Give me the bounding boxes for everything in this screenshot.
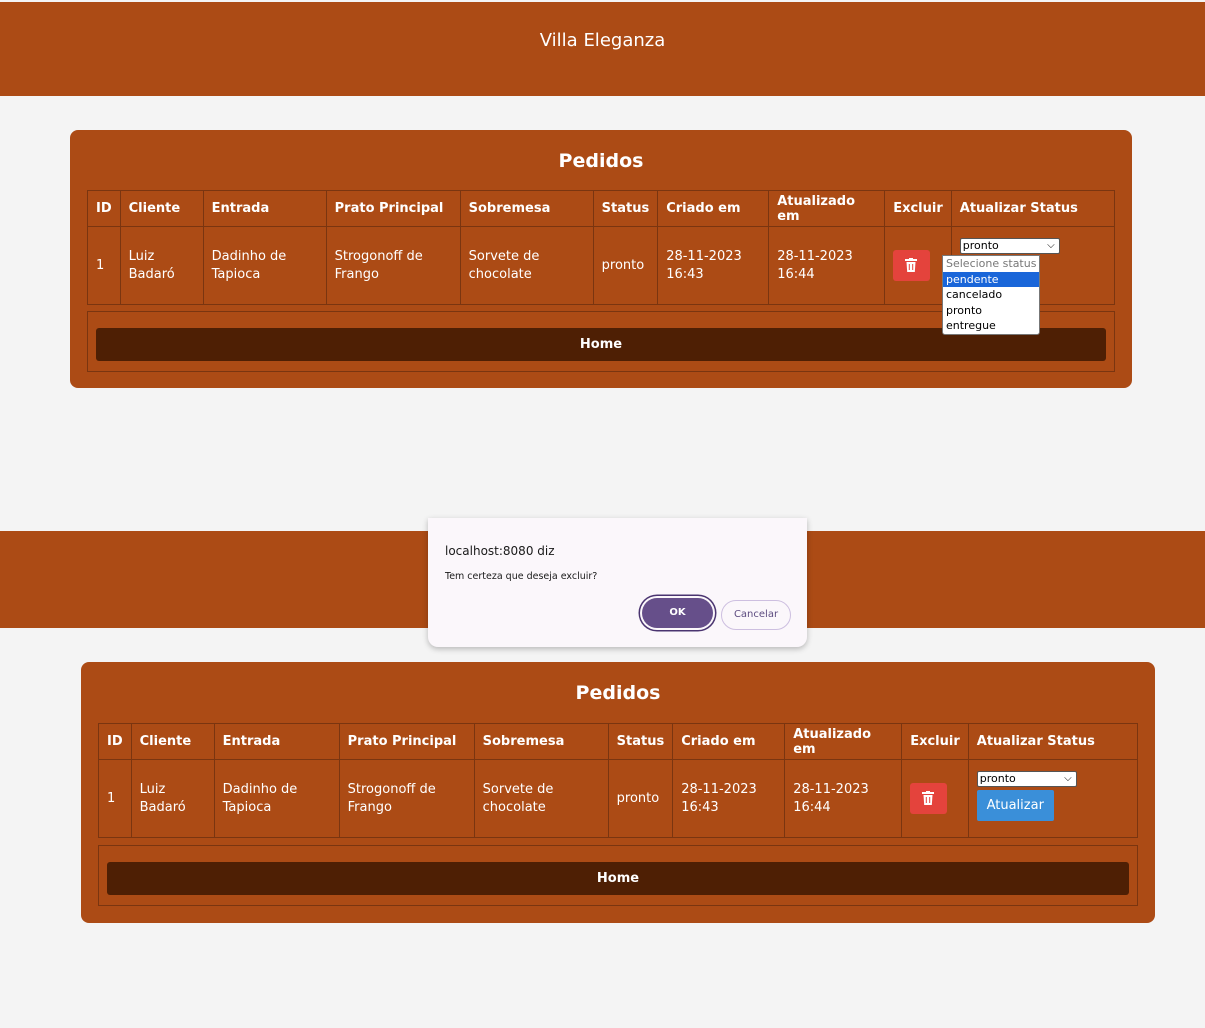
status-select-value: pronto: [962, 239, 999, 252]
cancel-button[interactable]: Cancelar: [721, 600, 791, 630]
cell-criado-em: 28-11-2023 16:43: [657, 226, 770, 305]
status-option[interactable]: pendente: [943, 271, 1039, 287]
col-sobremesa: Sobremesa: [459, 190, 594, 227]
col-cliente: Cliente: [119, 190, 204, 227]
col-cliente: Cliente: [130, 723, 215, 760]
panel-title: Pedidos: [558, 150, 644, 172]
col-prato-principal: Prato Principal: [338, 723, 475, 760]
orders-panel: Pedidos ID Cliente Entrada Prato Princip…: [81, 662, 1155, 923]
panel-title: Pedidos: [575, 682, 661, 704]
col-atualizado-em: Atualizado em: [784, 723, 903, 760]
home-button[interactable]: Home: [107, 862, 1129, 895]
col-entrada: Entrada: [202, 190, 327, 227]
status-option[interactable]: pronto: [943, 303, 1039, 319]
trash-icon: [922, 791, 935, 805]
delete-button[interactable]: [910, 783, 948, 814]
cell-id: 1: [98, 759, 132, 838]
cell-sobremesa: Sorvete de chocolate: [459, 226, 594, 305]
col-excluir: Excluir: [901, 723, 969, 760]
col-entrada: Entrada: [213, 723, 340, 760]
orders-table: ID Cliente Entrada Prato Principal Sobre…: [98, 723, 1139, 838]
col-atualizar-status: Atualizar Status: [950, 190, 1116, 227]
cell-status: pronto: [607, 759, 674, 838]
cell-atualizado-em: 28-11-2023 16:44: [784, 759, 903, 838]
status-select-value: pronto: [979, 772, 1016, 785]
table-row: 1 Luiz Badaró Dadinho de Tapioca Strogonof…: [98, 759, 1139, 838]
cell-atualizado-em: 28-11-2023 16:44: [768, 226, 886, 305]
status-option[interactable]: Selecione status: [943, 256, 1039, 272]
status-option[interactable]: cancelado: [943, 287, 1039, 303]
col-id: ID: [87, 190, 121, 227]
col-id: ID: [98, 723, 132, 760]
status-select[interactable]: pronto ⌵: [976, 771, 1077, 787]
app-header: Villa Eleganza: [0, 2, 1205, 96]
table-header-row: ID Cliente Entrada Prato Principal Sobre…: [87, 190, 1116, 227]
cell-criado-em: 28-11-2023 16:43: [672, 759, 786, 838]
app-title: Villa Eleganza: [539, 30, 666, 51]
col-status: Status: [607, 723, 674, 760]
chevron-down-icon: ⌵: [1047, 240, 1055, 251]
col-sobremesa: Sobremesa: [473, 723, 609, 760]
home-container: Home: [98, 845, 1138, 906]
cell-cliente: Luiz Badaró: [130, 759, 215, 838]
status-select[interactable]: pronto ⌵: [959, 238, 1060, 254]
cell-entrada: Dadinho de Tapioca: [202, 226, 327, 305]
col-status: Status: [592, 190, 659, 227]
col-criado-em: Criado em: [672, 723, 786, 760]
cell-id: 1: [87, 226, 121, 305]
update-status-button[interactable]: Atualizar: [976, 790, 1054, 821]
delete-button[interactable]: [893, 250, 931, 281]
cell-entrada: Dadinho de Tapioca: [213, 759, 340, 838]
ok-button[interactable]: OK: [642, 598, 713, 628]
screenshot-dropdown-open: Villa Eleganza Pedidos ID Cliente Entrad…: [0, 0, 1205, 515]
col-excluir: Excluir: [884, 190, 952, 227]
cell-prato-principal: Strogonoff de Frango: [325, 226, 461, 305]
confirm-dialog: localhost:8080 diz Tem certeza que desej…: [428, 518, 807, 647]
chevron-down-icon: ⌵: [1064, 773, 1072, 784]
dialog-title: localhost:8080 diz: [445, 544, 555, 558]
status-option[interactable]: entregue: [943, 318, 1039, 334]
cell-atualizar-status: pronto ⌵ Atualizar: [967, 759, 1139, 838]
table-header-row: ID Cliente Entrada Prato Principal Sobre…: [98, 723, 1139, 760]
trash-icon: [905, 258, 918, 272]
col-criado-em: Criado em: [657, 190, 770, 227]
col-prato-principal: Prato Principal: [325, 190, 461, 227]
col-atualizado-em: Atualizado em: [768, 190, 886, 227]
cell-status: pronto: [592, 226, 659, 305]
cell-sobremesa: Sorvete de chocolate: [473, 759, 609, 838]
cell-cliente: Luiz Badaró: [119, 226, 204, 305]
cell-excluir: [901, 759, 969, 838]
dialog-message: Tem certeza que deseja excluir?: [445, 571, 598, 582]
status-dropdown-list: Selecione status pendente cancelado pron…: [942, 255, 1040, 335]
col-atualizar-status: Atualizar Status: [967, 723, 1139, 760]
cell-prato-principal: Strogonoff de Frango: [338, 759, 475, 838]
